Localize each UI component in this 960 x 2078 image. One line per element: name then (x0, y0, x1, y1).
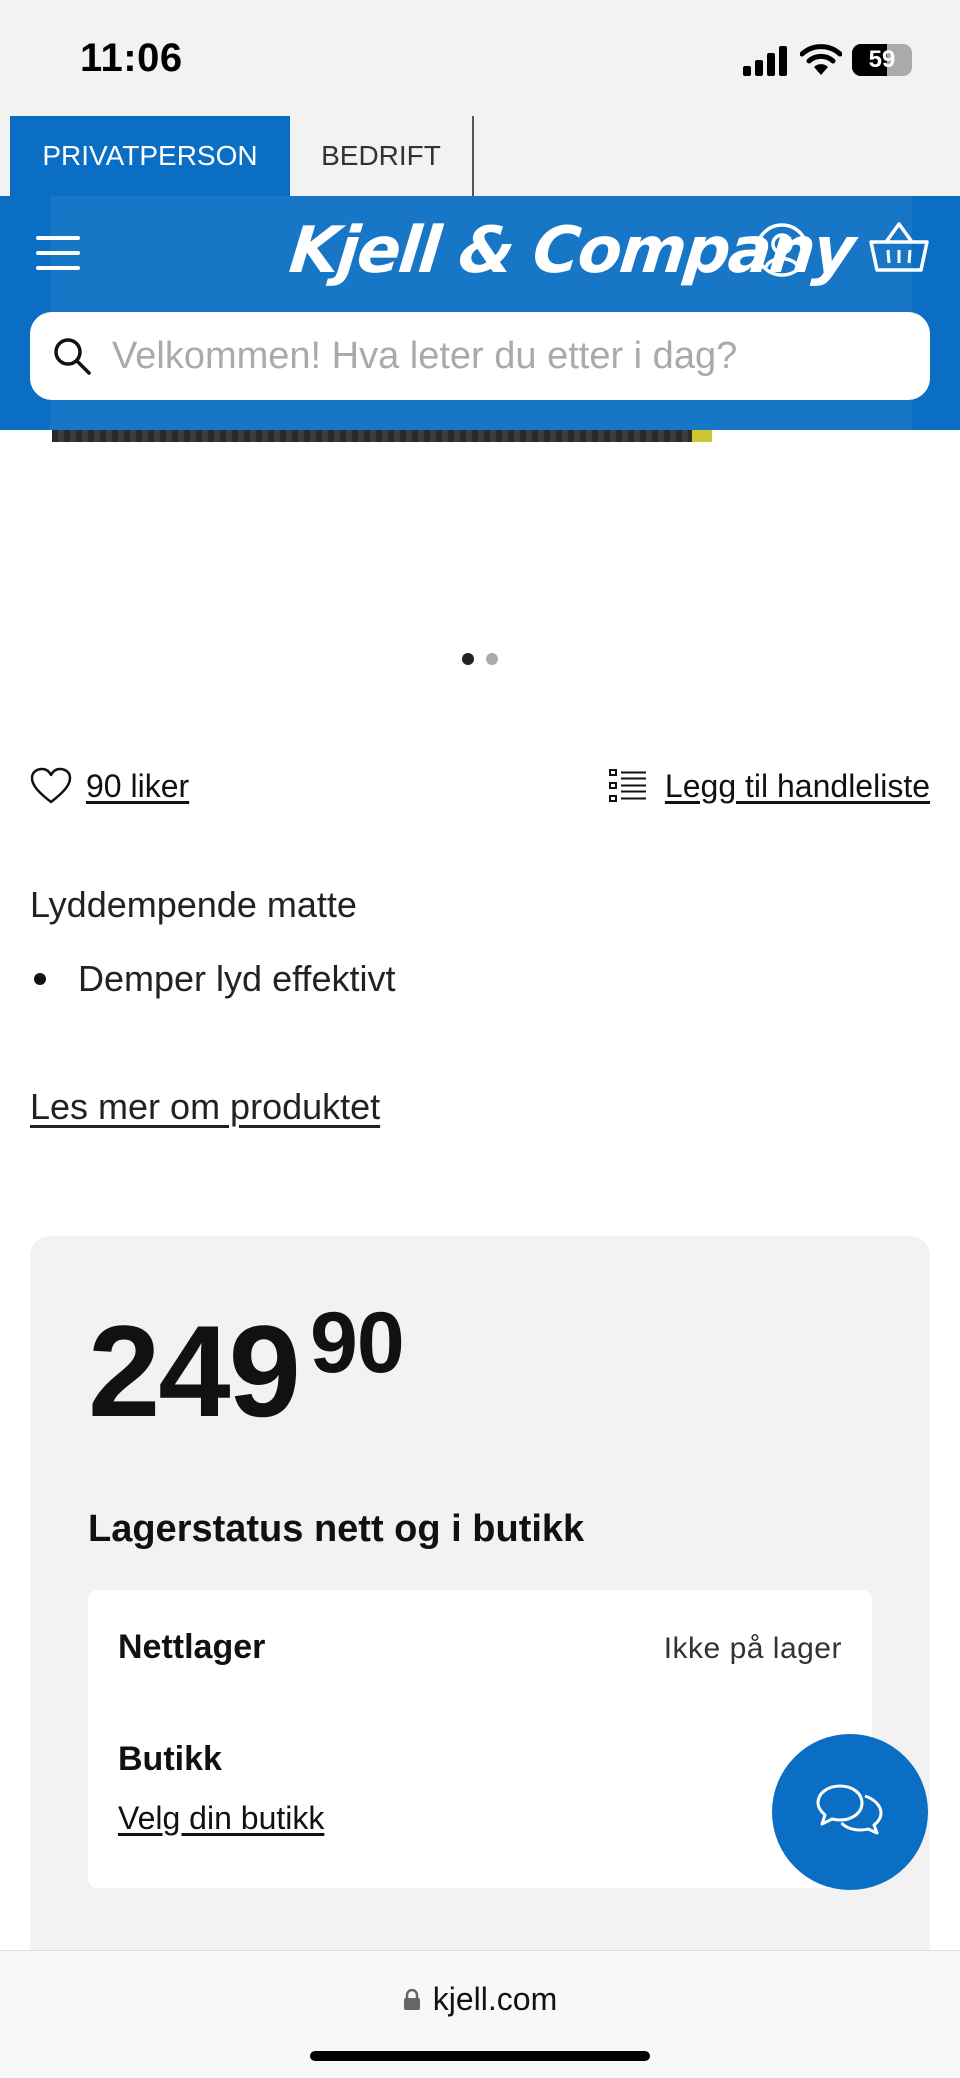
tab-private-person[interactable]: PRIVATPERSON (10, 116, 290, 196)
price-whole: 249 (88, 1298, 301, 1444)
hamburger-menu-icon[interactable] (36, 236, 80, 270)
carousel-dot-1[interactable] (462, 653, 474, 665)
price-decimals: 90 (310, 1295, 405, 1391)
chat-button[interactable] (772, 1734, 928, 1890)
stock-status-box: Nettlager Ikke på lager Butikk Velg din … (88, 1590, 872, 1888)
product-image[interactable] (52, 430, 692, 442)
carousel-indicator (462, 652, 506, 666)
browser-address-bar[interactable]: kjell.com (0, 1950, 960, 2078)
battery-level: 59 (868, 46, 896, 73)
lock-icon (403, 1989, 420, 2010)
like-button[interactable]: 90 liker (30, 764, 189, 808)
heart-icon (30, 767, 72, 804)
chat-icon (816, 1784, 883, 1835)
wifi-icon (800, 44, 842, 75)
search-icon (54, 338, 91, 375)
product-image-edge (692, 430, 712, 442)
tab-business[interactable]: BEDRIFT (290, 116, 472, 196)
bullet-dot (34, 973, 46, 985)
online-stock-label: Nettlager (118, 1628, 266, 1666)
like-count[interactable]: 90 liker (86, 768, 189, 805)
status-bar: 11:06 59 (0, 0, 960, 116)
choose-store-link[interactable]: Velg din butikk (118, 1800, 324, 1837)
url-text: kjell.com (432, 1981, 558, 2017)
online-stock-value: Ikke på lager (663, 1632, 842, 1665)
shopping-basket-icon[interactable] (868, 220, 930, 276)
search-input[interactable] (112, 312, 912, 400)
search-bar[interactable] (30, 312, 930, 400)
site-header: Kjell & Company (0, 196, 960, 430)
cellular-signal-icon (743, 46, 787, 76)
status-time: 11:06 (80, 36, 183, 80)
read-more-link[interactable]: Les mer om produktet (30, 1086, 380, 1128)
url-display[interactable]: kjell.com (0, 1981, 960, 2018)
home-indicator[interactable] (310, 2051, 650, 2061)
tab-divider (472, 116, 474, 196)
carousel-dot-2[interactable] (486, 653, 499, 665)
stock-status-heading: Lagerstatus nett og i butikk (88, 1508, 585, 1550)
store-stock-label: Butikk (118, 1740, 222, 1778)
battery-icon: 59 (852, 44, 912, 76)
list-icon (608, 769, 646, 802)
account-icon[interactable] (754, 222, 810, 278)
customer-segment-tabs: PRIVATPERSON BEDRIFT (0, 116, 960, 196)
add-to-shopping-list-button[interactable]: Legg til handleliste (608, 764, 930, 808)
product-description: Lyddempende matte (30, 884, 357, 925)
feature-text: Demper lyd effektivt (78, 958, 396, 999)
shopping-list-link[interactable]: Legg til handleliste (665, 768, 930, 805)
feature-bullet: Demper lyd effektivt (30, 958, 395, 1000)
